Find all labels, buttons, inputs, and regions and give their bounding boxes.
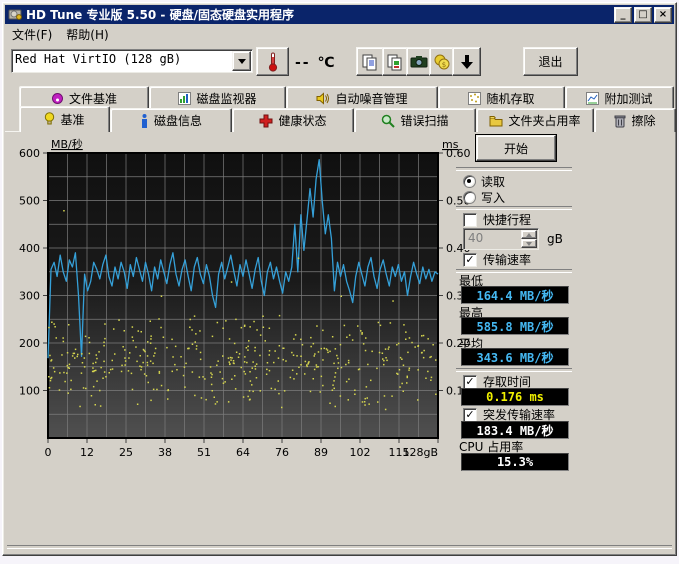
- access-time-value: 0.176 ms: [461, 388, 569, 406]
- svg-text:76: 76: [275, 446, 289, 459]
- svg-text:300: 300: [19, 290, 40, 303]
- read-mode-option[interactable]: 读取: [463, 173, 505, 190]
- cpu-usage-value: 15.3%: [461, 453, 569, 471]
- transfer-rate-option[interactable]: ✓ 传输速率: [463, 251, 531, 268]
- tab-error-scan[interactable]: 错误扫描: [354, 108, 476, 132]
- separator: [456, 167, 572, 171]
- avg-value: 343.6 MB/秒: [461, 348, 569, 366]
- tab-erase[interactable]: 擦除: [594, 108, 676, 132]
- min-value: 164.4 MB/秒: [461, 286, 569, 304]
- svg-text:89: 89: [314, 446, 328, 459]
- separator: [456, 206, 572, 210]
- tab-benchmark[interactable]: 基准: [19, 106, 110, 132]
- short-stroke-option[interactable]: ✓ 快捷行程: [463, 211, 531, 228]
- write-mode-option[interactable]: 写入: [463, 189, 505, 206]
- red-cross-icon: [259, 114, 273, 128]
- svg-text:51: 51: [197, 446, 211, 459]
- svg-text:64: 64: [236, 446, 250, 459]
- svg-text:100: 100: [19, 385, 40, 398]
- info-icon: [140, 114, 149, 128]
- svg-text:0: 0: [45, 446, 52, 459]
- read-radio[interactable]: [463, 175, 476, 188]
- max-value: 585.8 MB/秒: [461, 317, 569, 335]
- tab-row-primary: 基准 磁盘信息 健康状态 错误扫描 文件夹占用率 擦除: [19, 108, 676, 131]
- tab-extra-tests[interactable]: 附加测试: [565, 86, 674, 109]
- status-divider: [7, 545, 672, 549]
- svg-text:102: 102: [350, 446, 371, 459]
- tab-folder-usage[interactable]: 文件夹占用率: [476, 108, 594, 132]
- trash-icon: [614, 114, 626, 128]
- app-window: HD Tune 专业版 5.50 - 硬盘/固态硬盘实用程序 _ □ × 文件(…: [2, 2, 677, 556]
- exit-button[interactable]: 退出: [523, 47, 578, 76]
- start-button[interactable]: 开始: [476, 135, 556, 161]
- extra-tests-icon: [586, 92, 599, 105]
- lightbulb-icon: [44, 112, 55, 127]
- svg-text:200: 200: [19, 337, 40, 350]
- magnifier-icon: [381, 114, 395, 128]
- svg-text:500: 500: [19, 195, 40, 208]
- write-radio[interactable]: [463, 191, 476, 204]
- short-stroke-checkbox[interactable]: ✓: [463, 213, 477, 227]
- separator: [456, 368, 572, 372]
- short-stroke-unit: gB: [547, 232, 563, 246]
- spin-down-icon[interactable]: [521, 239, 537, 248]
- tab-disk-info[interactable]: 磁盘信息: [110, 108, 232, 132]
- benchmark-chart: 6005004003002001000.600.500.400.300.200.…: [3, 3, 483, 473]
- svg-text:25: 25: [119, 446, 133, 459]
- svg-text:128gB: 128gB: [402, 446, 438, 459]
- minimize-button[interactable]: _: [614, 7, 632, 23]
- burst-rate-checkbox[interactable]: ✓: [463, 408, 477, 422]
- svg-text:MB/秒: MB/秒: [51, 137, 83, 151]
- folder-icon: [489, 115, 503, 127]
- svg-text:400: 400: [19, 242, 40, 255]
- svg-text:600: 600: [19, 147, 40, 160]
- maximize-button[interactable]: □: [634, 7, 652, 23]
- short-stroke-size-input[interactable]: 40: [463, 228, 539, 250]
- burst-rate-value: 183.4 MB/秒: [461, 421, 569, 439]
- svg-text:ms: ms: [442, 138, 459, 151]
- access-time-checkbox[interactable]: ✓: [463, 375, 477, 389]
- close-button[interactable]: ×: [654, 7, 672, 23]
- svg-text:38: 38: [158, 446, 172, 459]
- tab-health[interactable]: 健康状态: [232, 108, 354, 132]
- transfer-rate-checkbox[interactable]: ✓: [463, 253, 477, 267]
- spin-up-icon[interactable]: [521, 230, 537, 239]
- svg-text:12: 12: [80, 446, 94, 459]
